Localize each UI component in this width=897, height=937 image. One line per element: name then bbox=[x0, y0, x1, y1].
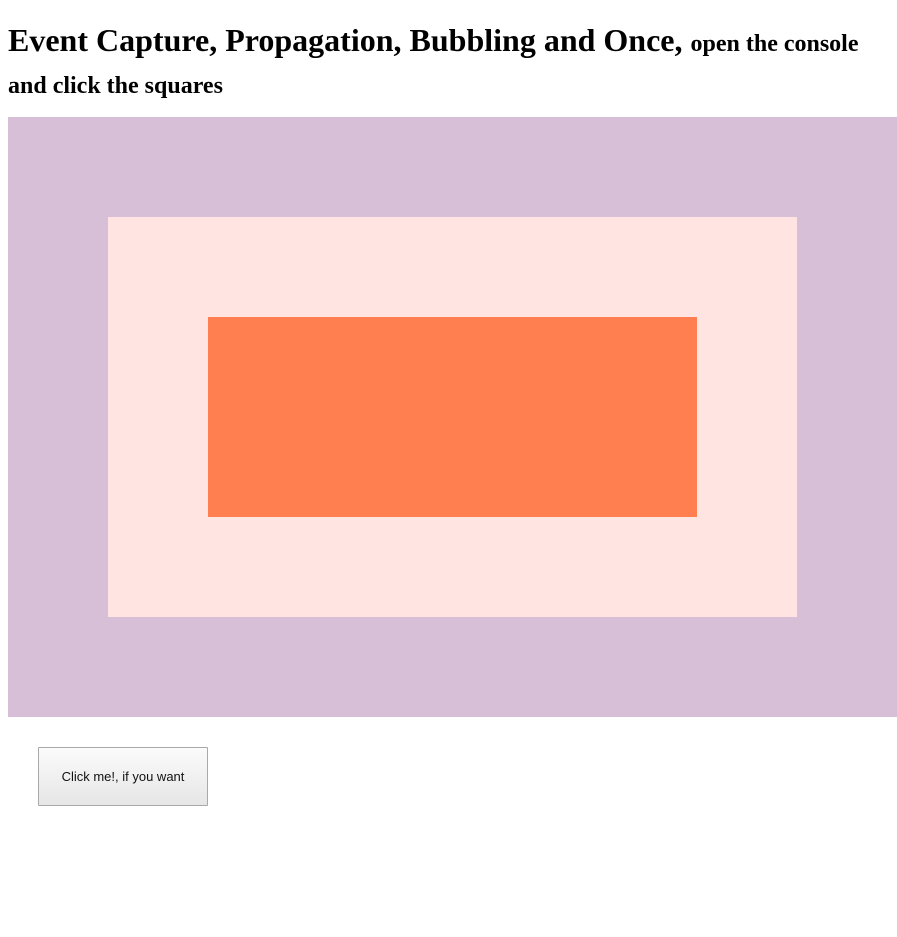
page-title: Event Capture, Propagation, Bubbling and… bbox=[8, 21, 893, 105]
outer-square[interactable] bbox=[8, 117, 897, 717]
title-main: Event Capture, Propagation, Bubbling and… bbox=[8, 22, 683, 58]
middle-square[interactable] bbox=[108, 217, 797, 617]
click-me-button[interactable]: Click me!, if you want bbox=[38, 747, 208, 806]
page: Event Capture, Propagation, Bubbling and… bbox=[8, 0, 897, 806]
inner-square[interactable] bbox=[208, 317, 697, 517]
